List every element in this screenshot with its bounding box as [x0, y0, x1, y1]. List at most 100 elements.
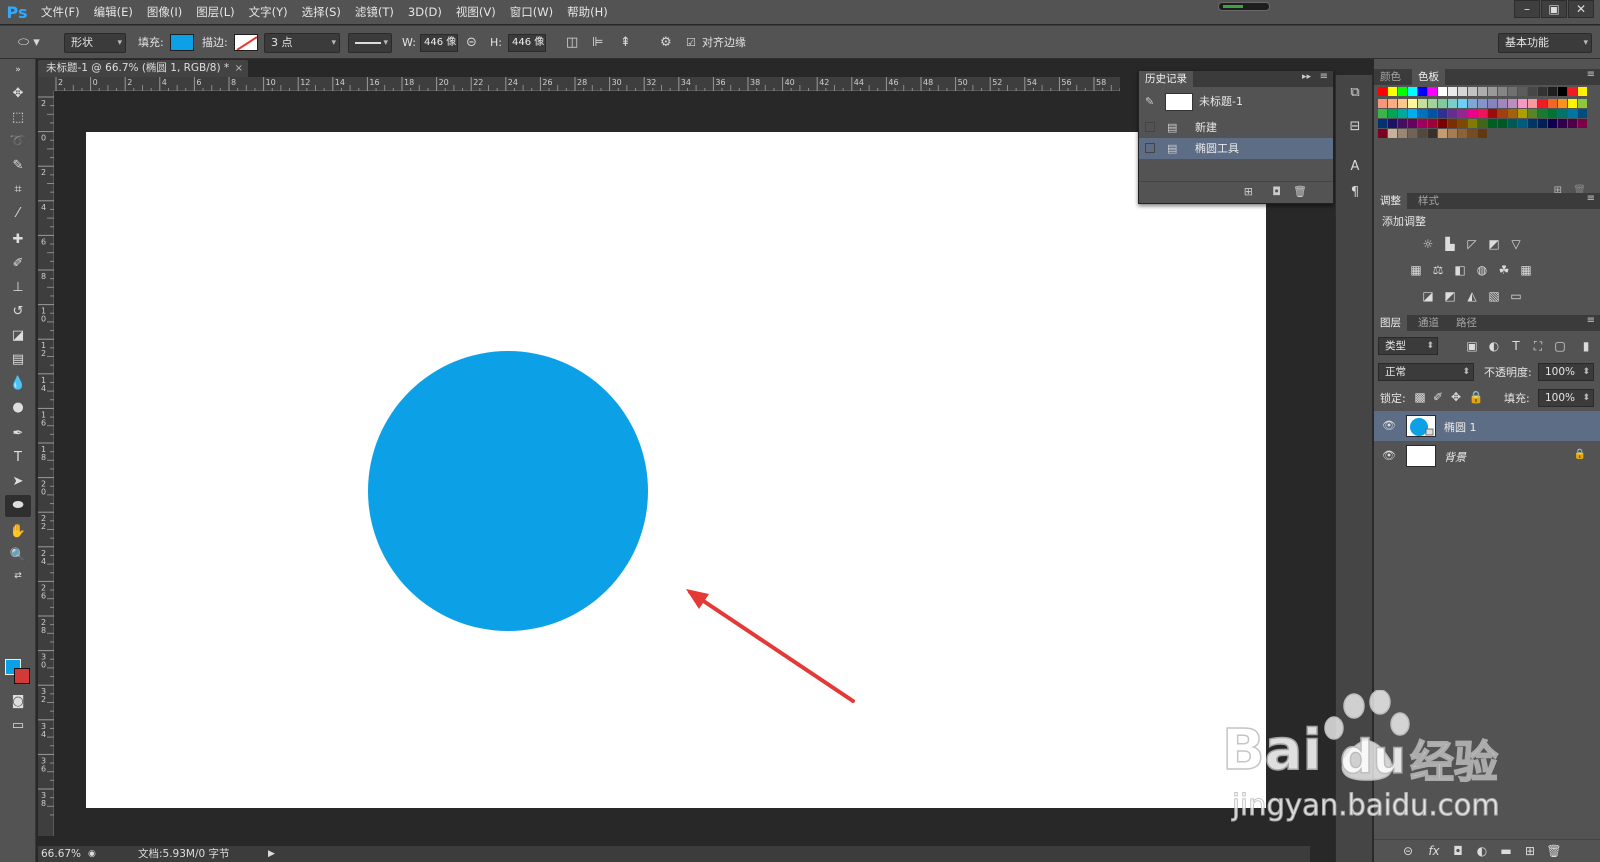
swatch-cell[interactable]	[1478, 119, 1487, 128]
curves-icon[interactable]: ◸	[1464, 237, 1480, 251]
swatch-cell[interactable]	[1498, 109, 1507, 118]
swatch-cell[interactable]	[1558, 87, 1567, 96]
swatch-cell[interactable]	[1408, 87, 1417, 96]
selective-color-icon[interactable]: ▭	[1508, 289, 1524, 303]
swatch-cell[interactable]	[1548, 119, 1557, 128]
document-tab[interactable]: 未标题-1 @ 66.7% (椭圆 1, RGB/8) * ×	[38, 60, 248, 77]
new-adjustment-layer-icon[interactable]: ◐	[1474, 844, 1490, 858]
swatch-cell[interactable]	[1538, 87, 1547, 96]
swatch-cell[interactable]	[1508, 87, 1517, 96]
swatch-cell[interactable]	[1528, 109, 1537, 118]
healing-brush-tool-icon[interactable]: ✚	[5, 229, 31, 251]
history-item[interactable]: ▤ 新建	[1139, 117, 1333, 138]
history-dock-icon[interactable]: ⧉	[1344, 83, 1366, 103]
blur-tool-icon[interactable]: 💧	[5, 373, 31, 395]
lock-transparent-icon[interactable]: ▩	[1412, 390, 1428, 404]
status-info-icon[interactable]: ◉	[88, 846, 96, 862]
restore-button[interactable]: ▣	[1541, 0, 1567, 18]
screen-mode-icon[interactable]: ▭	[5, 715, 31, 737]
swatch-cell[interactable]	[1408, 119, 1417, 128]
swatch-cell[interactable]	[1488, 99, 1497, 108]
marquee-tool-icon[interactable]: ⬚	[5, 107, 31, 129]
close-button[interactable]: ✕	[1568, 0, 1594, 18]
swatch-cell[interactable]	[1458, 87, 1467, 96]
collapse-panel-icon[interactable]: ▸▸	[1302, 72, 1311, 82]
filter-smart-object-icon[interactable]: ▢	[1552, 339, 1568, 353]
horizontal-ruler[interactable]: 2 0 2 4 6 8 10 12 14 16 18 20 22 24 26 28 30 32 34 36 38 40 42…	[54, 77, 1120, 91]
layer-style-fx-icon[interactable]: fx	[1426, 844, 1442, 858]
swap-colors-icon[interactable]: ⇄	[5, 569, 31, 583]
swatch-cell[interactable]	[1448, 99, 1457, 108]
gear-icon[interactable]: ⚙	[660, 35, 672, 51]
swatch-cell[interactable]	[1528, 119, 1537, 128]
collapse-toolbar-icon[interactable]: »	[5, 63, 31, 77]
filter-toggle-icon[interactable]: ▮	[1578, 339, 1594, 353]
swatch-cell[interactable]	[1438, 129, 1447, 138]
lasso-tool-icon[interactable]: ➰	[5, 131, 31, 153]
document-canvas[interactable]	[86, 132, 1266, 808]
layer-row[interactable]: 👁 椭圆 1	[1374, 411, 1600, 441]
gradient-map-icon[interactable]: ▧	[1486, 289, 1502, 303]
swatch-cell[interactable]	[1568, 109, 1577, 118]
swatch-cell[interactable]	[1458, 109, 1467, 118]
swatch-cell[interactable]	[1458, 129, 1467, 138]
swatch-cell[interactable]	[1498, 99, 1507, 108]
eyedropper-tool-icon[interactable]: ⁄	[5, 203, 31, 225]
swatch-cell[interactable]	[1518, 119, 1527, 128]
swatch-cell[interactable]	[1478, 99, 1487, 108]
black-white-icon[interactable]: ◧	[1452, 263, 1468, 277]
menu-window[interactable]: 窗口(W)	[503, 0, 560, 24]
filter-type-icon[interactable]: T	[1508, 339, 1524, 353]
swatch-cell[interactable]	[1378, 109, 1387, 118]
history-source-checkbox[interactable]	[1145, 122, 1155, 132]
swatch-cell[interactable]	[1578, 109, 1587, 118]
trash-icon[interactable]: 🗑	[1546, 844, 1562, 858]
menu-edit[interactable]: 编辑(E)	[87, 0, 140, 24]
swatch-cell[interactable]	[1428, 129, 1437, 138]
quick-mask-icon[interactable]: ◙	[5, 691, 31, 713]
color-balance-icon[interactable]: ⚖	[1430, 263, 1446, 277]
quick-selection-tool-icon[interactable]: ✎	[5, 155, 31, 177]
swatch-cell[interactable]	[1568, 119, 1577, 128]
swatch-cell[interactable]	[1578, 119, 1587, 128]
new-group-icon[interactable]: ▬	[1498, 844, 1514, 858]
history-source-checkbox[interactable]	[1145, 143, 1155, 153]
stroke-type-dropdown[interactable]	[348, 33, 392, 53]
layer-filter-dropdown[interactable]: 类型	[1378, 337, 1438, 355]
swatch-cell[interactable]	[1448, 129, 1457, 138]
hand-tool-icon[interactable]: ✋	[5, 521, 31, 543]
background-color-swatch[interactable]	[14, 668, 30, 684]
swatch-cell[interactable]	[1568, 99, 1577, 108]
swatch-cell[interactable]	[1518, 109, 1527, 118]
clone-stamp-tool-icon[interactable]: ⊥	[5, 277, 31, 299]
swatch-cell[interactable]	[1478, 109, 1487, 118]
swatch-cell[interactable]	[1468, 129, 1477, 138]
menu-layer[interactable]: 图层(L)	[189, 0, 241, 24]
filter-adjustment-icon[interactable]: ◐	[1486, 339, 1502, 353]
tab-color[interactable]: 颜色	[1374, 69, 1407, 85]
swatch-cell[interactable]	[1388, 87, 1397, 96]
menu-image[interactable]: 图像(I)	[140, 0, 189, 24]
minimize-button[interactable]: –	[1514, 0, 1540, 18]
swatch-cell[interactable]	[1508, 109, 1517, 118]
swatch-cell[interactable]	[1448, 87, 1457, 96]
menu-help[interactable]: 帮助(H)	[560, 0, 615, 24]
swatch-cell[interactable]	[1468, 119, 1477, 128]
swatch-cell[interactable]	[1508, 119, 1517, 128]
swatch-cell[interactable]	[1418, 129, 1427, 138]
swatch-cell[interactable]	[1568, 87, 1577, 96]
swatch-cell[interactable]	[1438, 87, 1447, 96]
status-menu-arrow-icon[interactable]: ▶	[268, 846, 275, 862]
ellipse-tool-icon[interactable]: ⬬	[5, 495, 31, 517]
swatch-cell[interactable]	[1498, 87, 1507, 96]
swatch-cell[interactable]	[1418, 87, 1427, 96]
swatch-cell[interactable]	[1578, 99, 1587, 108]
swatch-cell[interactable]	[1438, 119, 1447, 128]
swatch-cell[interactable]	[1448, 109, 1457, 118]
menu-view[interactable]: 视图(V)	[449, 0, 503, 24]
lock-all-icon[interactable]: 🔒	[1468, 390, 1484, 404]
fill-color-swatch[interactable]	[170, 34, 194, 51]
swatch-cell[interactable]	[1548, 109, 1557, 118]
channel-mixer-icon[interactable]: ☘	[1496, 263, 1512, 277]
blend-mode-dropdown[interactable]: 正常	[1378, 363, 1474, 381]
